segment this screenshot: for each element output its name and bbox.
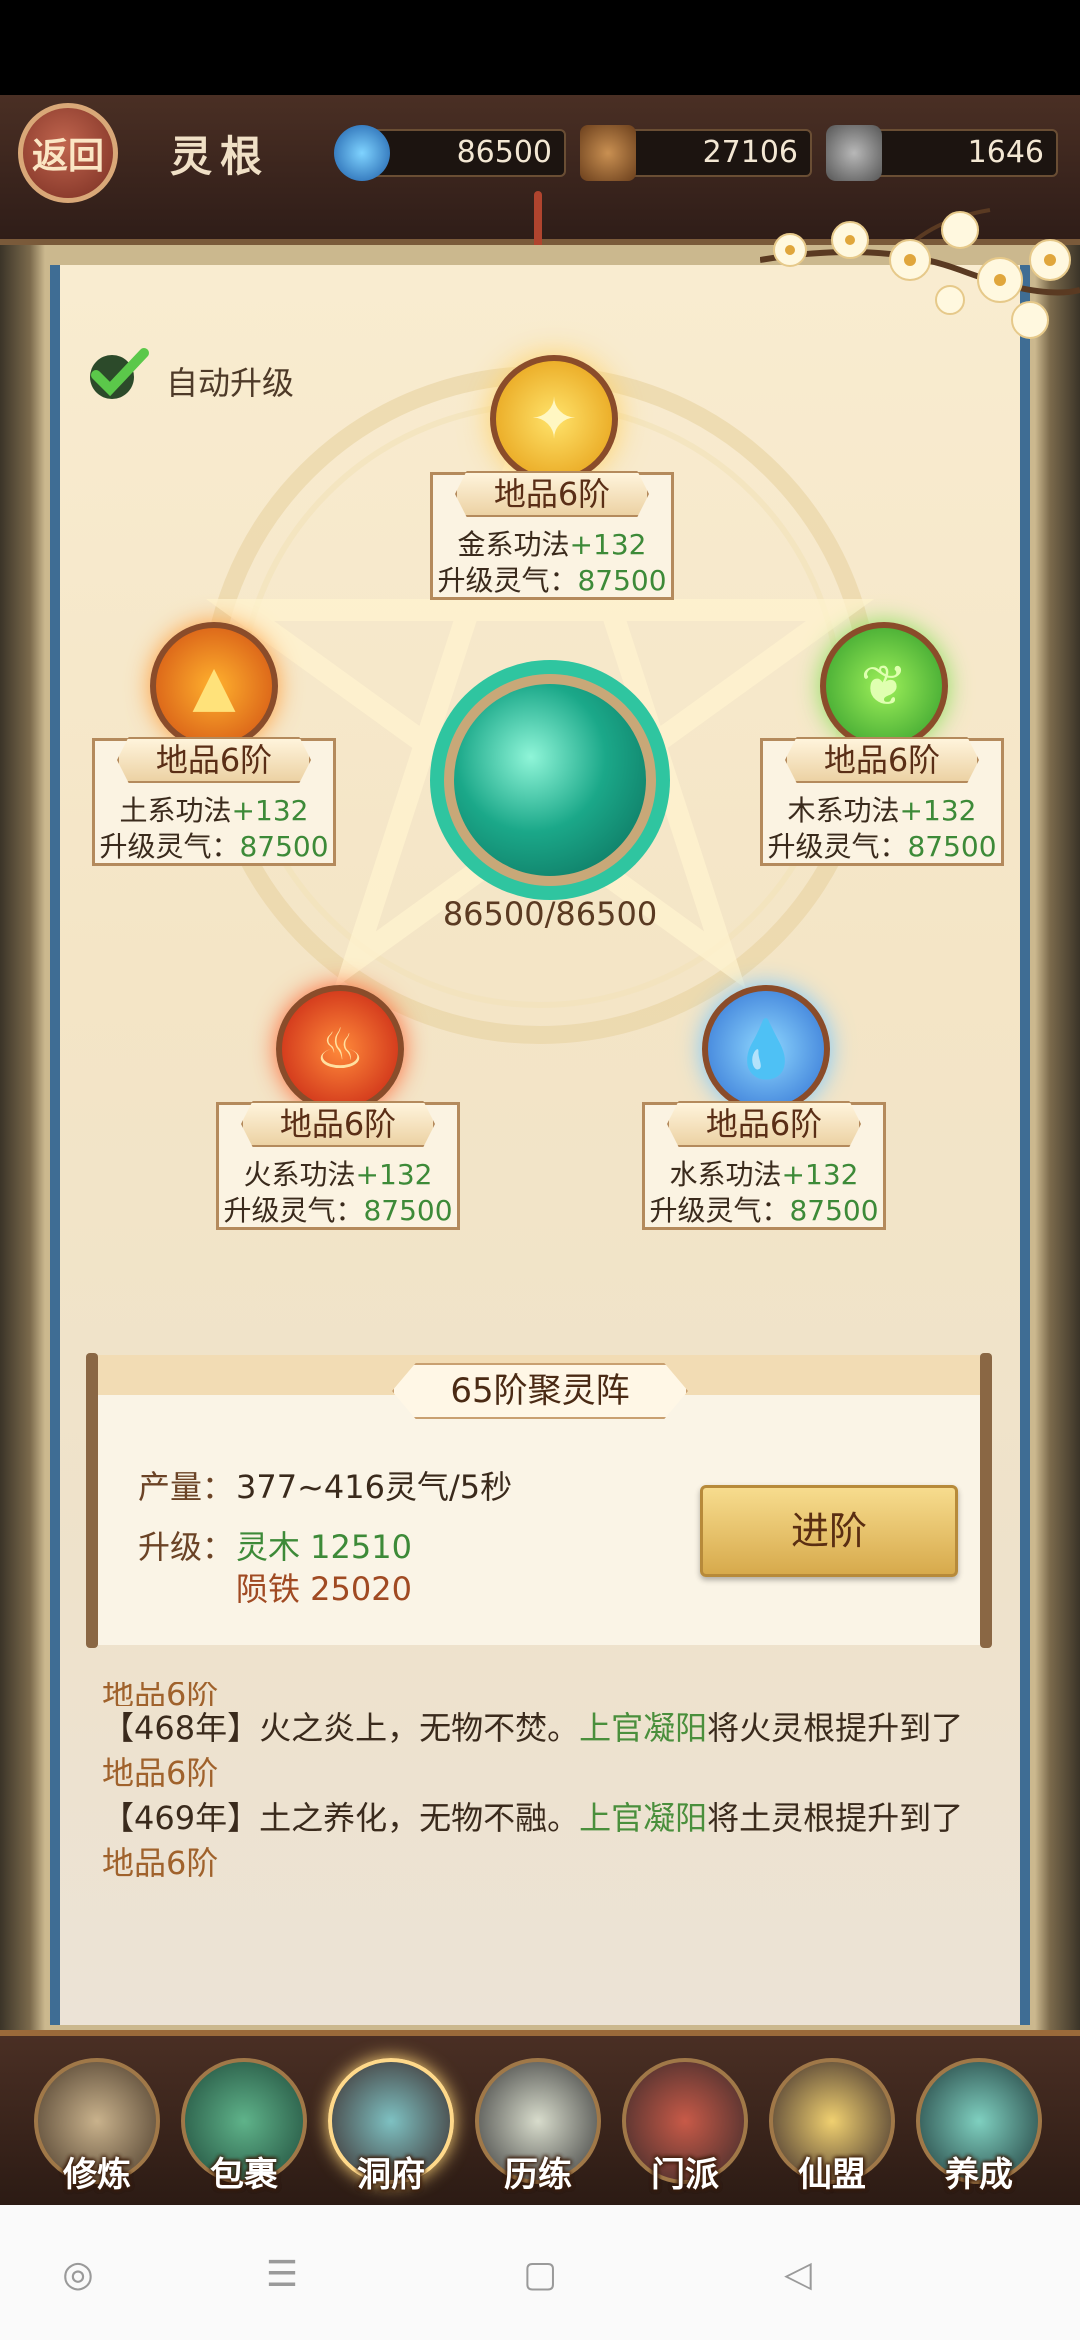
spirit-wood-icon [580, 125, 636, 181]
resource-spirit-wood: 27106 [580, 125, 812, 181]
nav-develop[interactable]: 养成 [916, 2058, 1042, 2196]
root-tier: 地品6阶 [455, 471, 649, 517]
upgrade-cost-iron: 陨铁 25020 [236, 1570, 412, 1608]
gold-star-icon: ✦ [530, 386, 578, 452]
nav-alliance[interactable]: 仙盟 [769, 2058, 895, 2196]
root-skill-bonus: 金系功法+132 [457, 528, 647, 561]
root-skill-bonus: 土系功法+132 [119, 794, 309, 827]
root-tier: 地品6阶 [117, 737, 311, 783]
root-upgrade-cost: 升级灵气：87500 [437, 564, 667, 597]
log-entry: 【469年】土之养化，无物不融。上官凝阳将土灵根提升到了 地品6阶 [102, 1799, 964, 1882]
root-skill-bonus: 木系功法+132 [787, 794, 977, 827]
upgrade-cost-wood: 灵木 12510 [236, 1528, 412, 1566]
fire-root-orb[interactable]: ♨ [276, 985, 404, 1113]
production-value: 377~416灵气/5秒 [236, 1468, 513, 1506]
upgrade-log: 地品6阶 【468年】火之炎上，无物不焚。上官凝阳将火灵根提升到了 地品6阶 【… [102, 1682, 1002, 1886]
root-tier: 地品6阶 [785, 737, 979, 783]
root-tier: 地品6阶 [241, 1101, 435, 1147]
core-spirit-orb[interactable] [454, 684, 646, 876]
fire-root-card: 地品6阶 火系功法+132 升级灵气：87500 [216, 1101, 460, 1230]
resource-spirit-qi: 86500 [334, 125, 566, 181]
nav-cultivate[interactable]: 修炼 [34, 2058, 160, 2196]
wood-root-card: 地品6阶 木系功法+132 升级灵气：87500 [760, 737, 1004, 866]
earth-root-card: 地品6阶 土系功法+132 升级灵气：87500 [92, 737, 336, 866]
advance-button[interactable]: 进阶 [700, 1485, 958, 1577]
fire-flame-icon: ♨ [314, 1016, 366, 1082]
status-bar [0, 0, 1080, 95]
checkmark-icon [90, 348, 149, 399]
resource-meteor-iron: 1646 [826, 125, 1058, 181]
root-upgrade-cost: 升级灵气：87500 [99, 830, 329, 863]
gold-root-card: 地品6阶 金系功法+132 升级灵气：87500 [430, 471, 674, 600]
scroll-rod-right [980, 1353, 992, 1648]
root-upgrade-cost: 升级灵气：87500 [767, 830, 997, 863]
root-upgrade-cost: 升级灵气：87500 [649, 1194, 879, 1227]
log-cut-line: 地品6阶 [102, 1682, 219, 1706]
system-nav-bar: ◎ ☰ ▢ ◁ [0, 2205, 1080, 2340]
assistant-icon[interactable]: ◎ [58, 2255, 98, 2295]
gold-root-orb[interactable]: ✦ [490, 355, 618, 483]
upgrade-label: 升级： [138, 1528, 235, 1566]
home-icon[interactable]: ▢ [520, 2255, 560, 2295]
scroll-pin [534, 191, 542, 253]
array-title: 65阶聚灵阵 [392, 1363, 688, 1419]
meteor-iron-icon [826, 125, 882, 181]
earth-root-orb[interactable]: ▲ [150, 622, 278, 750]
earth-mountain-icon: ▲ [192, 653, 236, 719]
wood-root-orb[interactable]: ❦ [820, 622, 948, 750]
nav-cave[interactable]: 洞府 [328, 2058, 454, 2196]
resource-value: 1646 [967, 135, 1044, 170]
scroll-rod-left [86, 1353, 98, 1648]
nav-sect[interactable]: 门派 [622, 2058, 748, 2196]
wood-leaf-icon: ❦ [860, 653, 908, 719]
page-title: 灵根 [170, 132, 271, 181]
back-button[interactable]: 返回 [18, 103, 118, 203]
water-drop-icon: 💧 [731, 1017, 801, 1082]
water-root-orb[interactable]: 💧 [702, 985, 830, 1113]
resource-value: 27106 [702, 135, 798, 170]
nav-bag[interactable]: 包裹 [181, 2058, 307, 2196]
resource-value: 86500 [456, 135, 552, 170]
spirit-flame-icon [334, 125, 390, 181]
water-root-card: 地品6阶 水系功法+132 升级灵气：87500 [642, 1101, 886, 1230]
menu-icon[interactable]: ☰ [262, 2255, 302, 2295]
bottom-nav: 修炼 包裹 洞府 历练 门派 仙盟 养成 [0, 2030, 1080, 2205]
root-skill-bonus: 火系功法+132 [243, 1158, 433, 1191]
nav-trial[interactable]: 历练 [475, 2058, 601, 2196]
production-label: 产量： [138, 1468, 235, 1506]
core-progress-ring [430, 660, 670, 900]
root-skill-bonus: 水系功法+132 [669, 1158, 859, 1191]
root-upgrade-cost: 升级灵气：87500 [223, 1194, 453, 1227]
root-tier: 地品6阶 [667, 1101, 861, 1147]
auto-upgrade-label: 自动升级 [166, 364, 295, 402]
back-triangle-icon[interactable]: ◁ [778, 2255, 818, 2295]
auto-upgrade-checkbox[interactable] [86, 345, 150, 401]
log-entry: 【468年】火之炎上，无物不焚。上官凝阳将火灵根提升到了 地品6阶 [102, 1709, 964, 1792]
core-spirit-value: 86500/86500 [442, 895, 658, 933]
